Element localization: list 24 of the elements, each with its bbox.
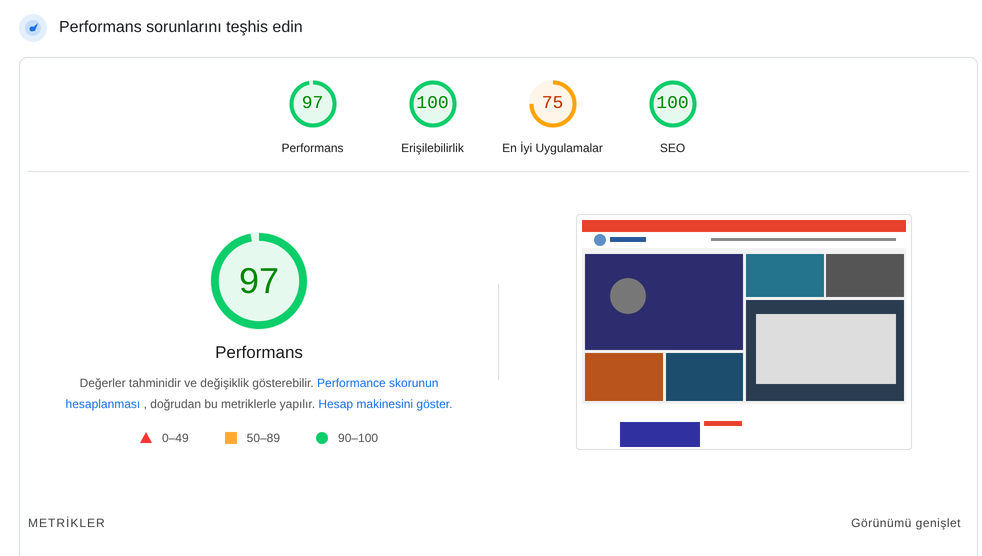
score-gauge[interactable]: 100 bbox=[408, 80, 456, 128]
score-label: Erişilebilirlik bbox=[401, 141, 464, 155]
expand-view-link[interactable]: Görünümü genişlet bbox=[851, 516, 961, 530]
performance-gauge: 97 bbox=[210, 232, 308, 330]
speed-gauge-icon bbox=[19, 14, 47, 42]
triangle-icon bbox=[140, 432, 152, 443]
square-icon bbox=[224, 432, 237, 444]
score-gauge[interactable]: 97 bbox=[288, 80, 336, 128]
score-label: Performans bbox=[281, 141, 344, 155]
legend-range: 50–89 bbox=[246, 430, 280, 444]
score-description: Değerler tahminidir ve değişiklik gösterebilir. Performance skorunun hesaplanması , doğrudan bu metriklerle yapılır. Hesap makinesini göster. bbox=[64, 374, 454, 412]
gauge-title: Performans bbox=[215, 342, 303, 362]
text-link[interactable]: hesaplanması bbox=[66, 396, 140, 410]
section-title: Performans sorunlarını teşhis edin bbox=[59, 19, 303, 37]
metrics-heading: METRİKLER bbox=[28, 516, 106, 530]
text-link[interactable]: Hesap makinesini göster. bbox=[318, 396, 452, 410]
score-gauge[interactable]: 100 bbox=[648, 80, 696, 128]
score-label: SEO bbox=[660, 141, 686, 155]
circle-icon bbox=[316, 432, 328, 444]
score-label: En İyi Uygulamalar bbox=[502, 141, 603, 155]
text-link[interactable]: Performance skorunun bbox=[317, 376, 438, 390]
score-gauge[interactable]: 75 bbox=[528, 80, 576, 128]
legend-range: 90–100 bbox=[338, 430, 378, 444]
legend-range: 0–49 bbox=[162, 430, 189, 444]
